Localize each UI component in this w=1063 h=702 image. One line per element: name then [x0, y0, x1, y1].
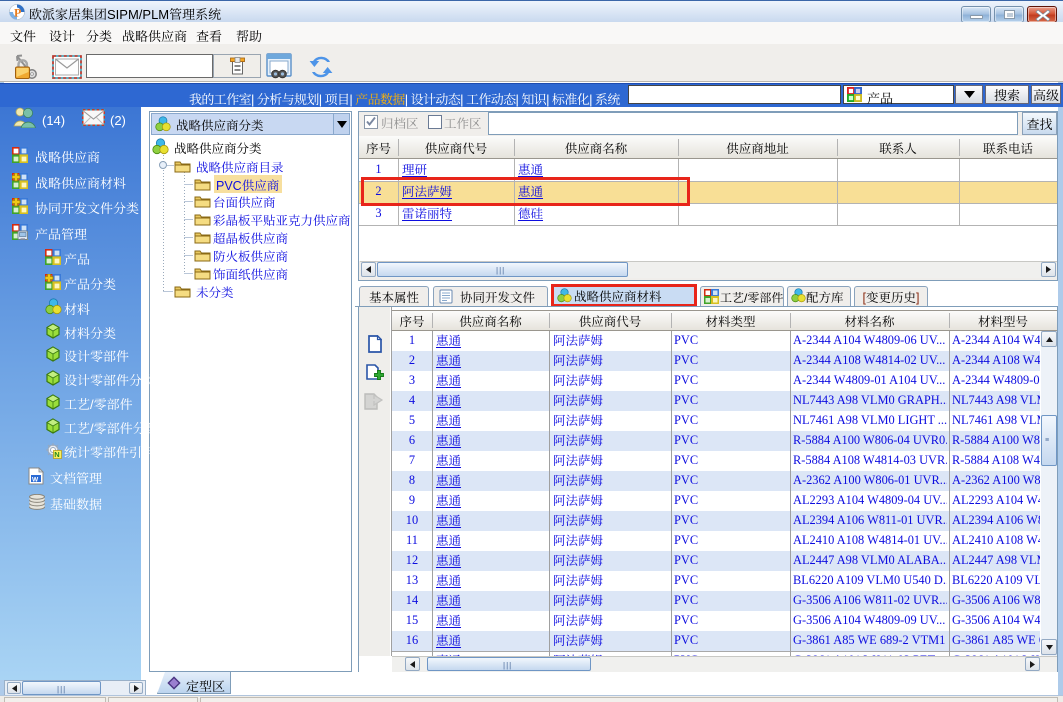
svg-text:N: N [54, 450, 59, 459]
svg-text:W: W [32, 477, 39, 484]
svg-text:P: P [14, 6, 21, 20]
